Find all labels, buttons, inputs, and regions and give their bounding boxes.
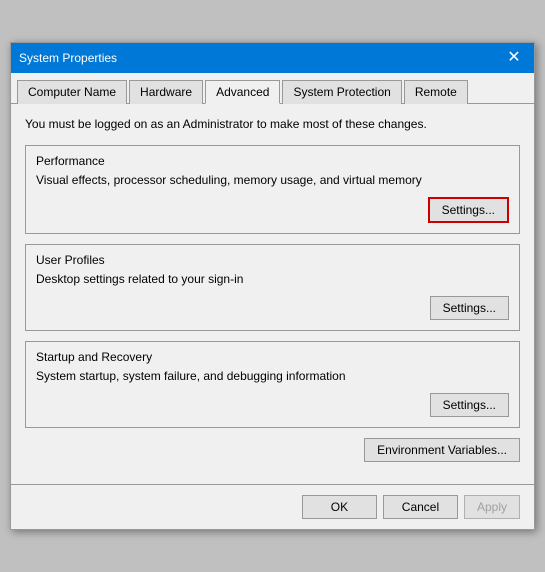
section-user-profiles-label: User Profiles <box>36 253 509 267</box>
apply-button[interactable]: Apply <box>464 495 520 519</box>
title-bar: System Properties ✕ <box>11 43 534 73</box>
section-user-profiles-button-row: Settings... <box>36 296 509 320</box>
section-user-profiles-settings-button[interactable]: Settings... <box>430 296 509 320</box>
tab-bar: Computer NameHardwareAdvancedSystem Prot… <box>11 73 534 104</box>
admin-notice: You must be logged on as an Administrato… <box>25 116 520 133</box>
system-properties-window: System Properties ✕ Computer NameHardwar… <box>10 42 535 529</box>
section-performance-description: Visual effects, processor scheduling, me… <box>36 172 509 189</box>
env-variables-row: Environment Variables... <box>25 438 520 462</box>
environment-variables-button[interactable]: Environment Variables... <box>364 438 520 462</box>
close-button[interactable]: ✕ <box>502 46 526 70</box>
section-performance-button-row: Settings... <box>36 197 509 223</box>
tab-system-protection[interactable]: System Protection <box>282 80 401 104</box>
section-startup-recovery-description: System startup, system failure, and debu… <box>36 368 509 385</box>
section-startup-recovery-button-row: Settings... <box>36 393 509 417</box>
tab-computer-name[interactable]: Computer Name <box>17 80 127 104</box>
cancel-button[interactable]: Cancel <box>383 495 458 519</box>
window-title: System Properties <box>19 51 117 65</box>
tab-advanced[interactable]: Advanced <box>205 80 280 104</box>
section-startup-recovery-label: Startup and Recovery <box>36 350 509 364</box>
ok-button[interactable]: OK <box>302 495 377 519</box>
section-performance: Performance Visual effects, processor sch… <box>25 145 520 234</box>
section-performance-settings-button[interactable]: Settings... <box>428 197 509 223</box>
section-startup-recovery: Startup and Recovery System startup, syst… <box>25 341 520 428</box>
section-user-profiles-description: Desktop settings related to your sign-in <box>36 271 509 288</box>
section-performance-label: Performance <box>36 154 509 168</box>
tab-hardware[interactable]: Hardware <box>129 80 203 104</box>
bottom-bar: OK Cancel Apply <box>11 484 534 529</box>
section-startup-recovery-settings-button[interactable]: Settings... <box>430 393 509 417</box>
section-user-profiles: User Profiles Desktop settings related to… <box>25 244 520 331</box>
content-area: You must be logged on as an Administrato… <box>11 104 534 483</box>
sections-container: Performance Visual effects, processor sch… <box>25 145 520 427</box>
tab-remote[interactable]: Remote <box>404 80 468 104</box>
